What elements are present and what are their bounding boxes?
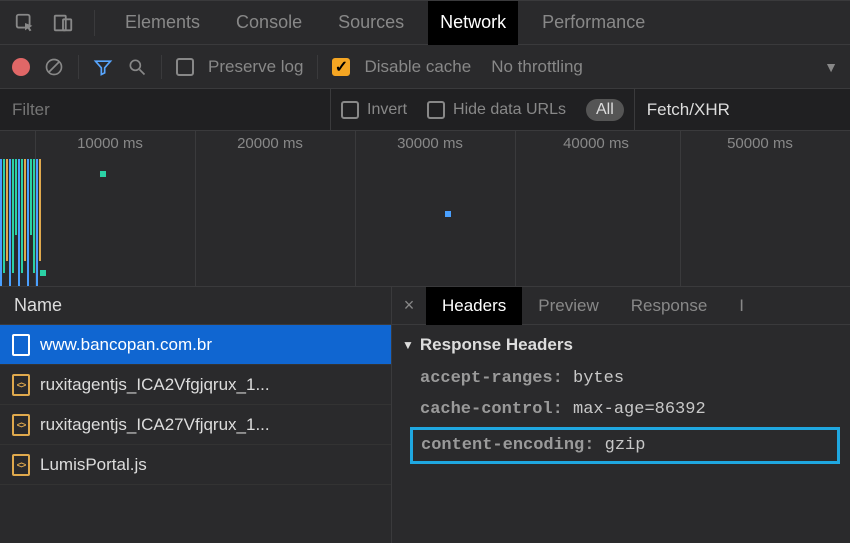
devtools-panel-tabs: Elements Console Sources Network Perform… xyxy=(0,1,850,45)
disable-cache-checkbox[interactable]: ✓ xyxy=(332,58,350,76)
details-tabs: × Headers Preview Response I xyxy=(392,287,850,325)
disclosure-triangle-icon: ▼ xyxy=(402,338,414,352)
clear-icon[interactable] xyxy=(44,57,64,77)
header-row: accept-ranges: bytes xyxy=(392,363,850,394)
request-row[interactable]: ruxitagentjs_ICA27Vfjqrux_1... xyxy=(0,405,391,445)
header-row: cache-control: max-age=86392 xyxy=(392,394,850,425)
filter-fetch-xhr[interactable]: Fetch/XHR xyxy=(634,89,742,130)
record-button[interactable] xyxy=(12,58,30,76)
tab-response[interactable]: Response xyxy=(615,287,724,325)
invert-label: Invert xyxy=(367,101,407,119)
request-name: ruxitagentjs_ICA2Vfgjqrux_1... xyxy=(40,375,270,395)
throttling-select[interactable]: No throttling xyxy=(491,57,583,77)
script-icon xyxy=(12,374,30,396)
document-icon xyxy=(12,334,30,356)
timeline-marker xyxy=(40,270,46,276)
device-toggle-icon[interactable] xyxy=(50,10,76,36)
disable-cache-label: Disable cache xyxy=(364,57,471,77)
script-icon xyxy=(12,414,30,436)
inspect-icon[interactable] xyxy=(12,10,38,36)
timeline-tick: 50000 ms xyxy=(727,135,793,152)
invert-checkbox[interactable] xyxy=(341,101,359,119)
request-row[interactable]: LumisPortal.js xyxy=(0,445,391,485)
network-filter-bar: Invert Hide data URLs All Fetch/XHR xyxy=(0,89,850,131)
network-toolbar: Preserve log ✓ Disable cache No throttli… xyxy=(0,45,850,89)
timeline-tick: 40000 ms xyxy=(563,135,629,152)
hide-data-urls-label: Hide data URLs xyxy=(453,101,566,119)
script-icon xyxy=(12,454,30,476)
filter-input[interactable] xyxy=(0,89,330,131)
close-details-icon[interactable]: × xyxy=(392,295,426,316)
section-title: Response Headers xyxy=(420,335,573,355)
filter-icon[interactable] xyxy=(93,57,113,77)
request-details: × Headers Preview Response I ▼ Response … xyxy=(392,287,850,543)
timeline-tick: 10000 ms xyxy=(77,135,143,152)
request-list: Name www.bancopan.com.br ruxitagentjs_IC… xyxy=(0,287,392,543)
request-row[interactable]: www.bancopan.com.br xyxy=(0,325,391,365)
timeline-tick: 20000 ms xyxy=(237,135,303,152)
request-row[interactable]: ruxitagentjs_ICA2Vfgjqrux_1... xyxy=(0,365,391,405)
tab-performance[interactable]: Performance xyxy=(530,1,657,45)
tab-sources[interactable]: Sources xyxy=(326,1,416,45)
hide-data-urls-checkbox[interactable] xyxy=(427,101,445,119)
request-name: LumisPortal.js xyxy=(40,455,147,475)
filter-all-pill[interactable]: All xyxy=(586,99,624,121)
preserve-log-checkbox[interactable] xyxy=(176,58,194,76)
timeline-tick: 30000 ms xyxy=(397,135,463,152)
timeline-marker xyxy=(100,171,106,177)
tab-elements[interactable]: Elements xyxy=(113,1,212,45)
tab-network[interactable]: Network xyxy=(428,1,518,45)
chevron-down-icon[interactable]: ▼ xyxy=(824,59,838,75)
network-timeline[interactable]: 10000 ms 20000 ms 30000 ms 40000 ms 5000… xyxy=(0,131,850,287)
tab-initiator[interactable]: I xyxy=(723,287,760,325)
request-name: www.bancopan.com.br xyxy=(40,335,212,355)
search-icon[interactable] xyxy=(127,57,147,77)
tab-headers[interactable]: Headers xyxy=(426,287,522,325)
timeline-marker xyxy=(445,211,451,217)
header-row-highlighted: content-encoding: gzip xyxy=(410,427,840,464)
timeline-waterfall-bars xyxy=(0,159,60,286)
preserve-log-label: Preserve log xyxy=(208,57,303,77)
request-name: ruxitagentjs_ICA27Vfjqrux_1... xyxy=(40,415,270,435)
tab-preview[interactable]: Preview xyxy=(522,287,614,325)
tab-console[interactable]: Console xyxy=(224,1,314,45)
response-headers-section[interactable]: ▼ Response Headers xyxy=(392,325,850,363)
column-header-name[interactable]: Name xyxy=(0,287,391,325)
